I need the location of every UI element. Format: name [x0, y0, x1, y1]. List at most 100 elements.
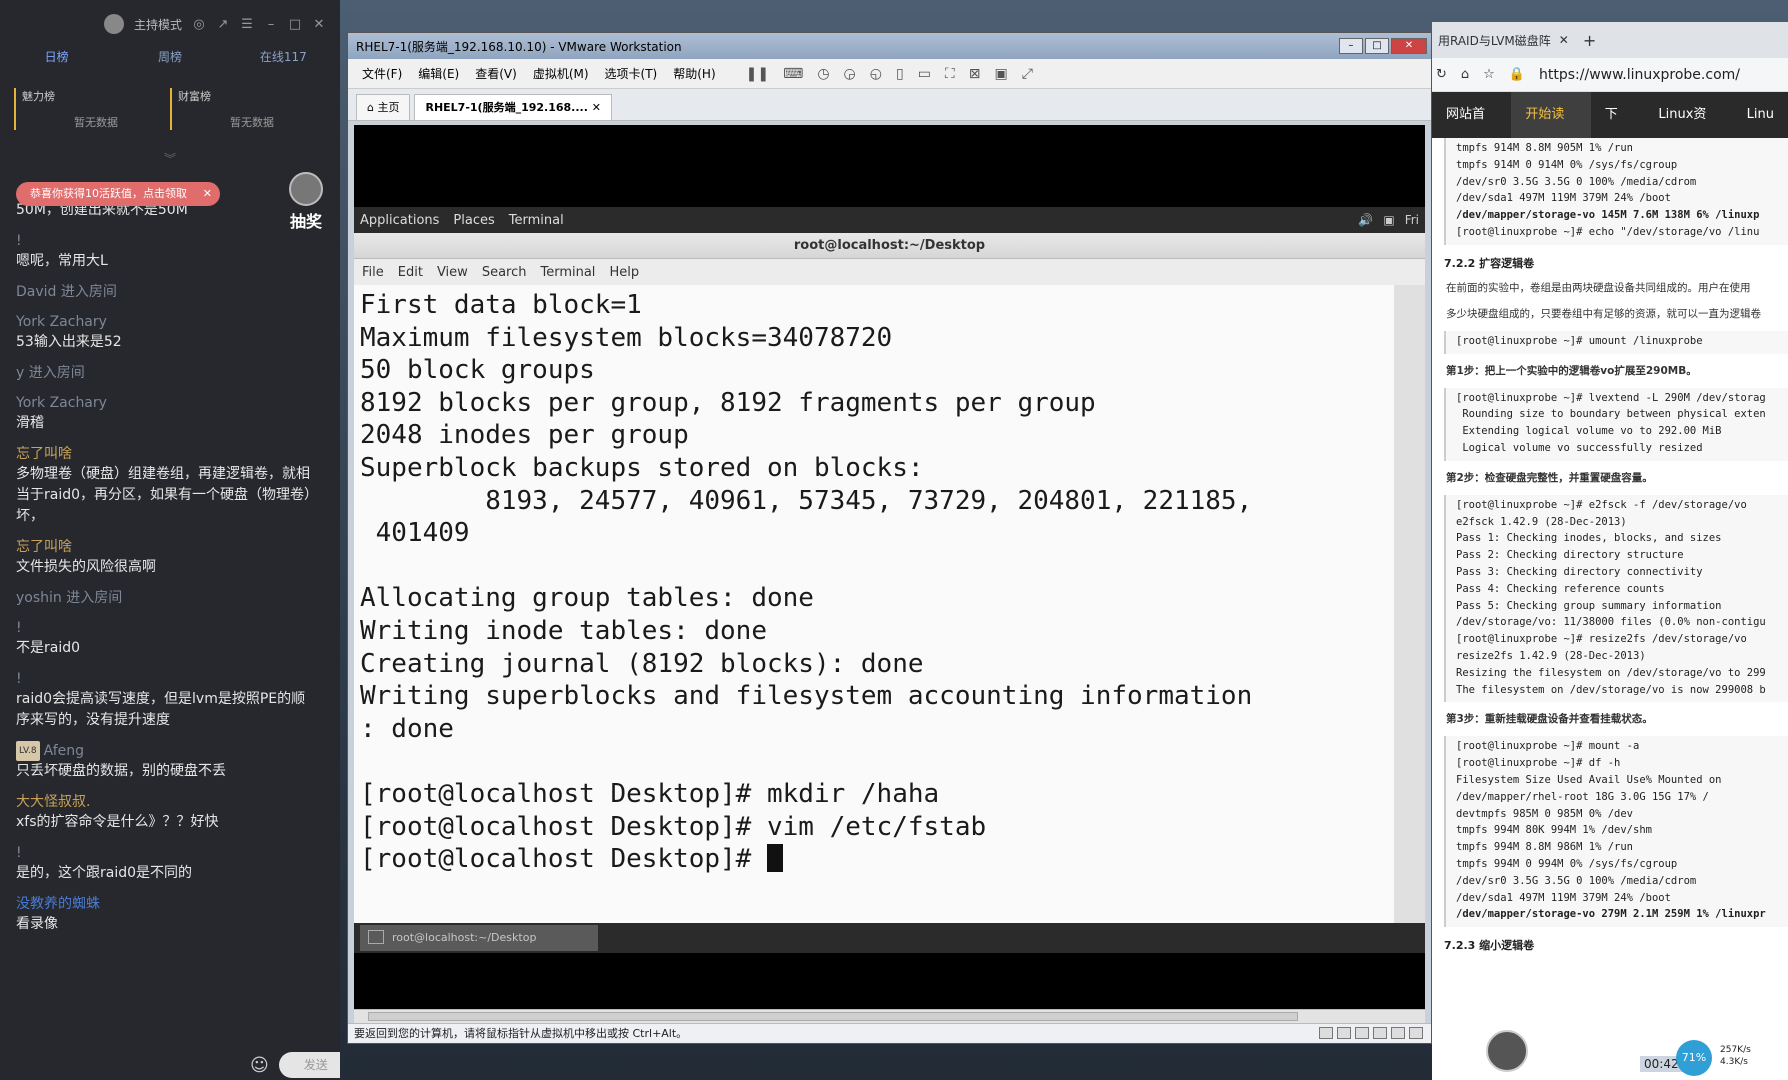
menu-icon[interactable]: ☰ [240, 17, 254, 32]
settings-icon[interactable]: ◎ [192, 17, 206, 32]
console-icon[interactable]: ▣ [994, 66, 1007, 82]
close-icon[interactable]: ✕ [203, 182, 212, 206]
minimize-icon[interactable]: – [264, 17, 278, 32]
tab-rhel7-1[interactable]: RHEL7-1(服务端_192.168.... ✕ [414, 94, 612, 120]
chevron-down-icon[interactable]: ︾ [0, 150, 340, 167]
network-icon[interactable]: ▣ [1383, 213, 1394, 227]
terminal-menu-file[interactable]: File [362, 265, 384, 280]
list-item: York Zachary 滑稽 [16, 393, 316, 434]
url-field[interactable]: https://www.linuxprobe.com/ [1539, 67, 1740, 83]
message-text: 不是raid0 [16, 640, 81, 656]
close-icon[interactable]: ✕ [592, 101, 601, 114]
terminal-scrollbar[interactable] [1394, 285, 1425, 923]
terminal-line: 50 block groups [360, 355, 595, 386]
terminal-line: Writing superblocks and filesystem accou… [360, 681, 1253, 712]
network-download-speed: 4.3K/s [1720, 1057, 1748, 1067]
host-mode-label[interactable]: 主持模式 [134, 16, 182, 33]
tab-daily[interactable]: 日榜 [0, 48, 113, 70]
volume-icon[interactable]: 🔊 [1358, 213, 1373, 227]
gnome-places-menu[interactable]: Places [453, 213, 494, 228]
browser-tab-title[interactable]: 用RAID与LVM磁盘阵 [1438, 32, 1551, 49]
new-tab-icon[interactable]: + [1583, 31, 1596, 50]
minimize-button[interactable]: – [1339, 38, 1363, 54]
gnome-terminal-app[interactable]: Terminal [509, 213, 564, 228]
code-line: Resizing the filesystem on /dev/storage/… [1456, 666, 1766, 679]
code-line: /dev/mapper/rhel-root 18G 3.0G 15G 17% / [1456, 790, 1709, 803]
list-item: David 进入房间 [16, 282, 316, 302]
pause-icon[interactable]: ❚❚ [746, 66, 769, 82]
hdd-icon[interactable] [1319, 1027, 1333, 1039]
menu-tabs[interactable]: 选项卡(T) [605, 65, 658, 82]
terminal-line: [root@localhost Desktop]# vim /etc/fstab [360, 811, 987, 842]
gnome-clock[interactable]: Fri [1405, 213, 1419, 227]
streamer-avatar[interactable] [1486, 1030, 1528, 1072]
message-user: yoshin 进入房间 [16, 590, 123, 606]
nav-read[interactable]: 开始读书 [1511, 92, 1591, 168]
message-user: ! [16, 620, 22, 636]
code-line: [root@linuxprobe ~]# resize2fs /dev/stor… [1456, 633, 1747, 646]
terminal-menu-edit[interactable]: Edit [398, 265, 423, 280]
home-icon[interactable]: ⌂ [1461, 67, 1469, 82]
maximize-button[interactable]: □ [1365, 38, 1389, 54]
nav-download[interactable]: 下载 [1591, 92, 1645, 168]
close-icon[interactable]: ✕ [312, 17, 326, 32]
terminal-menu-help[interactable]: Help [609, 265, 639, 280]
code-line: Pass 3: Checking directory connectivity [1456, 565, 1703, 578]
sound-icon[interactable] [1391, 1027, 1405, 1039]
thumbnail-icon[interactable]: ▭ [918, 66, 931, 82]
sidebar-toggle-icon[interactable]: ▯ [896, 66, 904, 82]
menu-help[interactable]: 帮助(H) [673, 65, 715, 82]
restore-snapshot-icon[interactable]: ◶ [844, 66, 856, 82]
nav-linux[interactable]: Linu [1733, 92, 1788, 138]
send-button[interactable]: 发送 [278, 1052, 340, 1078]
close-button[interactable]: ✕ [1391, 38, 1427, 54]
charm-board-empty: 暂无数据 [74, 116, 118, 129]
nav-home[interactable]: 网站首页 [1432, 92, 1511, 168]
terminal-menu-terminal[interactable]: Terminal [540, 265, 595, 280]
menu-view[interactable]: 查看(V) [475, 65, 517, 82]
menu-vm[interactable]: 虚拟机(M) [533, 65, 589, 82]
vmware-title-bar[interactable]: RHEL7-1(服务端_192.168.10.10) - VMware Work… [348, 33, 1431, 59]
reload-icon[interactable]: ↻ [1436, 67, 1447, 82]
reward-banner[interactable]: 恭喜你获得10活跃值，点击领取 ✕ [16, 182, 220, 206]
snapshot-icon[interactable]: ◷ [817, 66, 829, 82]
gnome-applications-menu[interactable]: Applications [360, 213, 439, 228]
menu-edit[interactable]: 编辑(E) [418, 65, 459, 82]
network-adapter-icon[interactable] [1355, 1027, 1369, 1039]
message-text: 53输入出来是52 [16, 334, 122, 350]
terminal-line: Allocating group tables: done [360, 583, 814, 614]
send-keys-icon[interactable]: ⌨ [783, 66, 803, 82]
terminal-output[interactable]: First data block=1 Maximum filesystem bl… [354, 285, 1394, 923]
list-item: y 进入房间 [16, 363, 316, 383]
scrollbar-thumb[interactable] [368, 1012, 1298, 1021]
lottery-button[interactable]: 抽奖 [284, 172, 328, 231]
maximize-icon[interactable]: □ [288, 17, 302, 32]
display-icon[interactable] [1409, 1027, 1423, 1039]
window-list-item-terminal[interactable]: root@localhost:~/Desktop [360, 925, 598, 951]
fullscreen-icon[interactable]: ⛶ [945, 66, 955, 82]
terminal-line: Writing inode tables: done [360, 615, 767, 646]
usb-icon[interactable] [1373, 1027, 1387, 1039]
terminal-menu-view[interactable]: View [437, 265, 468, 280]
tab-weekly[interactable]: 周榜 [113, 48, 226, 70]
message-user: 忘了叫啥 [16, 446, 72, 462]
menu-file[interactable]: 文件(F) [362, 65, 402, 82]
avatar[interactable] [103, 14, 124, 34]
terminal-title[interactable]: root@localhost:~/Desktop [354, 233, 1425, 259]
stretch-icon[interactable]: ⤢ [1022, 66, 1033, 82]
vm-horizontal-scrollbar[interactable] [354, 1009, 1425, 1023]
bookmark-star-icon[interactable]: ☆ [1483, 67, 1495, 82]
terminal-menu-search[interactable]: Search [482, 265, 527, 280]
vm-guest-screen[interactable]: Applications Places Terminal 🔊 ▣ Fri roo… [354, 125, 1425, 1009]
tab-home[interactable]: ⌂ 主页 [356, 94, 411, 120]
message-user: York Zachary [16, 314, 107, 330]
unity-icon[interactable]: ⊠ [969, 66, 981, 82]
emoji-icon[interactable]: ☺ [250, 1055, 269, 1076]
close-icon[interactable]: ✕ [1559, 33, 1569, 47]
tab-online[interactable]: 在线117 [227, 48, 340, 70]
snapshot-manager-icon[interactable]: ◵ [870, 66, 882, 82]
nav-news[interactable]: Linux资讯 [1644, 92, 1732, 168]
cpu-usage-badge[interactable]: 71% [1676, 1040, 1712, 1076]
cdrom-icon[interactable] [1337, 1027, 1351, 1039]
share-icon[interactable]: ↗ [216, 17, 230, 32]
